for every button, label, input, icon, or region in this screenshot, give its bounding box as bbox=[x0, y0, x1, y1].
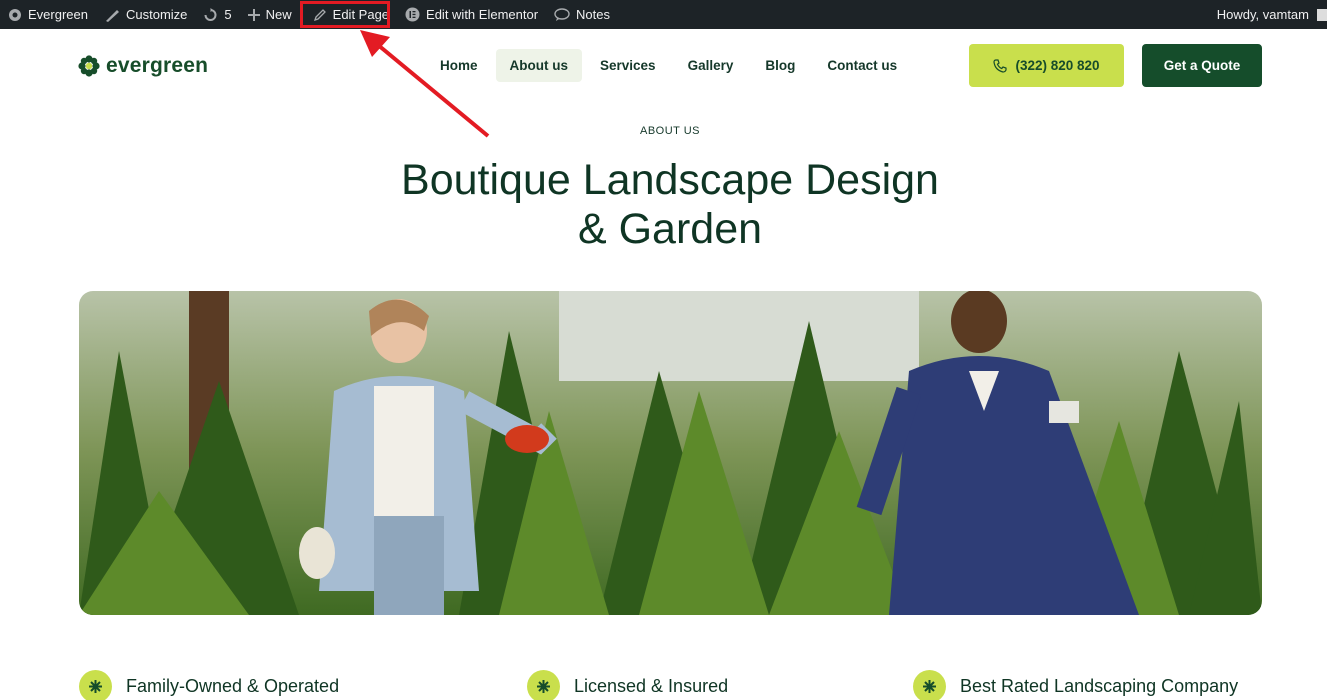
title-line-2: & Garden bbox=[577, 205, 763, 253]
get-quote-button[interactable]: Get a Quote bbox=[1142, 44, 1262, 87]
edit-page-label: Edit Page bbox=[332, 7, 390, 22]
feature-item: Best Rated Landscaping Company bbox=[913, 670, 1238, 700]
brush-icon bbox=[105, 9, 119, 22]
logo-text: evergreen bbox=[106, 54, 209, 77]
customize-label: Customize bbox=[125, 7, 188, 22]
refresh-icon bbox=[204, 7, 217, 21]
avatar bbox=[1317, 8, 1327, 21]
nav-services[interactable]: Services bbox=[586, 49, 670, 82]
nav-gallery[interactable]: Gallery bbox=[674, 49, 748, 82]
title-line-1: Boutique Landscape Design bbox=[401, 156, 939, 204]
page-title: Boutique Landscape Design & Garden bbox=[0, 156, 1327, 254]
admin-bar-account[interactable]: Howdy, vamtam bbox=[1209, 0, 1327, 29]
section-eyebrow: ABOUT US bbox=[639, 125, 701, 137]
asterisk-icon bbox=[913, 670, 946, 700]
elementor-label: Edit with Elementor bbox=[426, 7, 539, 22]
features-row: Family-Owned & Operated Licensed & Insur… bbox=[0, 668, 1327, 700]
admin-bar-updates[interactable]: 5 bbox=[195, 0, 239, 29]
admin-bar-new[interactable]: New bbox=[240, 0, 300, 29]
feature-item: Family-Owned & Operated bbox=[79, 670, 339, 700]
pencil-icon bbox=[313, 9, 326, 21]
notes-label: Notes bbox=[576, 7, 610, 22]
asterisk-icon bbox=[79, 670, 112, 700]
admin-bar-elementor[interactable]: Edit with Elementor bbox=[397, 0, 546, 29]
feature-item: Licensed & Insured bbox=[527, 670, 728, 700]
phone-number: (322) 820 820 bbox=[1015, 58, 1100, 73]
nav-blog[interactable]: Blog bbox=[751, 49, 809, 82]
feature-label: Family-Owned & Operated bbox=[126, 676, 340, 696]
site-logo[interactable]: evergreen bbox=[78, 54, 208, 78]
admin-bar-site[interactable]: Evergreen bbox=[0, 0, 96, 29]
site-name: Evergreen bbox=[28, 7, 88, 22]
elementor-icon bbox=[405, 7, 420, 22]
admin-bar-customize[interactable]: Customize bbox=[96, 0, 195, 29]
feature-label: Best Rated Landscaping Company bbox=[960, 676, 1239, 696]
phone-button[interactable]: (322) 820 820 bbox=[969, 44, 1124, 87]
admin-bar: Evergreen Customize 5 New Edit Page Edit… bbox=[0, 0, 1327, 29]
admin-bar-notes[interactable]: Notes bbox=[546, 0, 618, 29]
speech-bubble-icon bbox=[554, 7, 570, 21]
main-nav: Home About us Services Gallery Blog Cont… bbox=[426, 49, 915, 82]
admin-bar-edit-page[interactable]: Edit Page bbox=[306, 0, 397, 29]
site-header: evergreen Home About us Services Gallery… bbox=[0, 29, 1327, 104]
howdy-label: Howdy, vamtam bbox=[1216, 7, 1309, 22]
nav-contact-us[interactable]: Contact us bbox=[813, 49, 911, 82]
phone-icon bbox=[993, 58, 1008, 73]
feature-label: Licensed & Insured bbox=[574, 676, 729, 696]
new-label: New bbox=[265, 7, 292, 22]
nav-about-us[interactable]: About us bbox=[495, 49, 583, 82]
updates-count: 5 bbox=[224, 7, 232, 22]
dashboard-icon bbox=[9, 8, 21, 21]
nav-home[interactable]: Home bbox=[426, 49, 492, 82]
asterisk-icon bbox=[527, 670, 560, 700]
hero-photo bbox=[79, 291, 1262, 615]
flower-logo-icon bbox=[78, 55, 100, 77]
plus-icon bbox=[247, 8, 260, 21]
